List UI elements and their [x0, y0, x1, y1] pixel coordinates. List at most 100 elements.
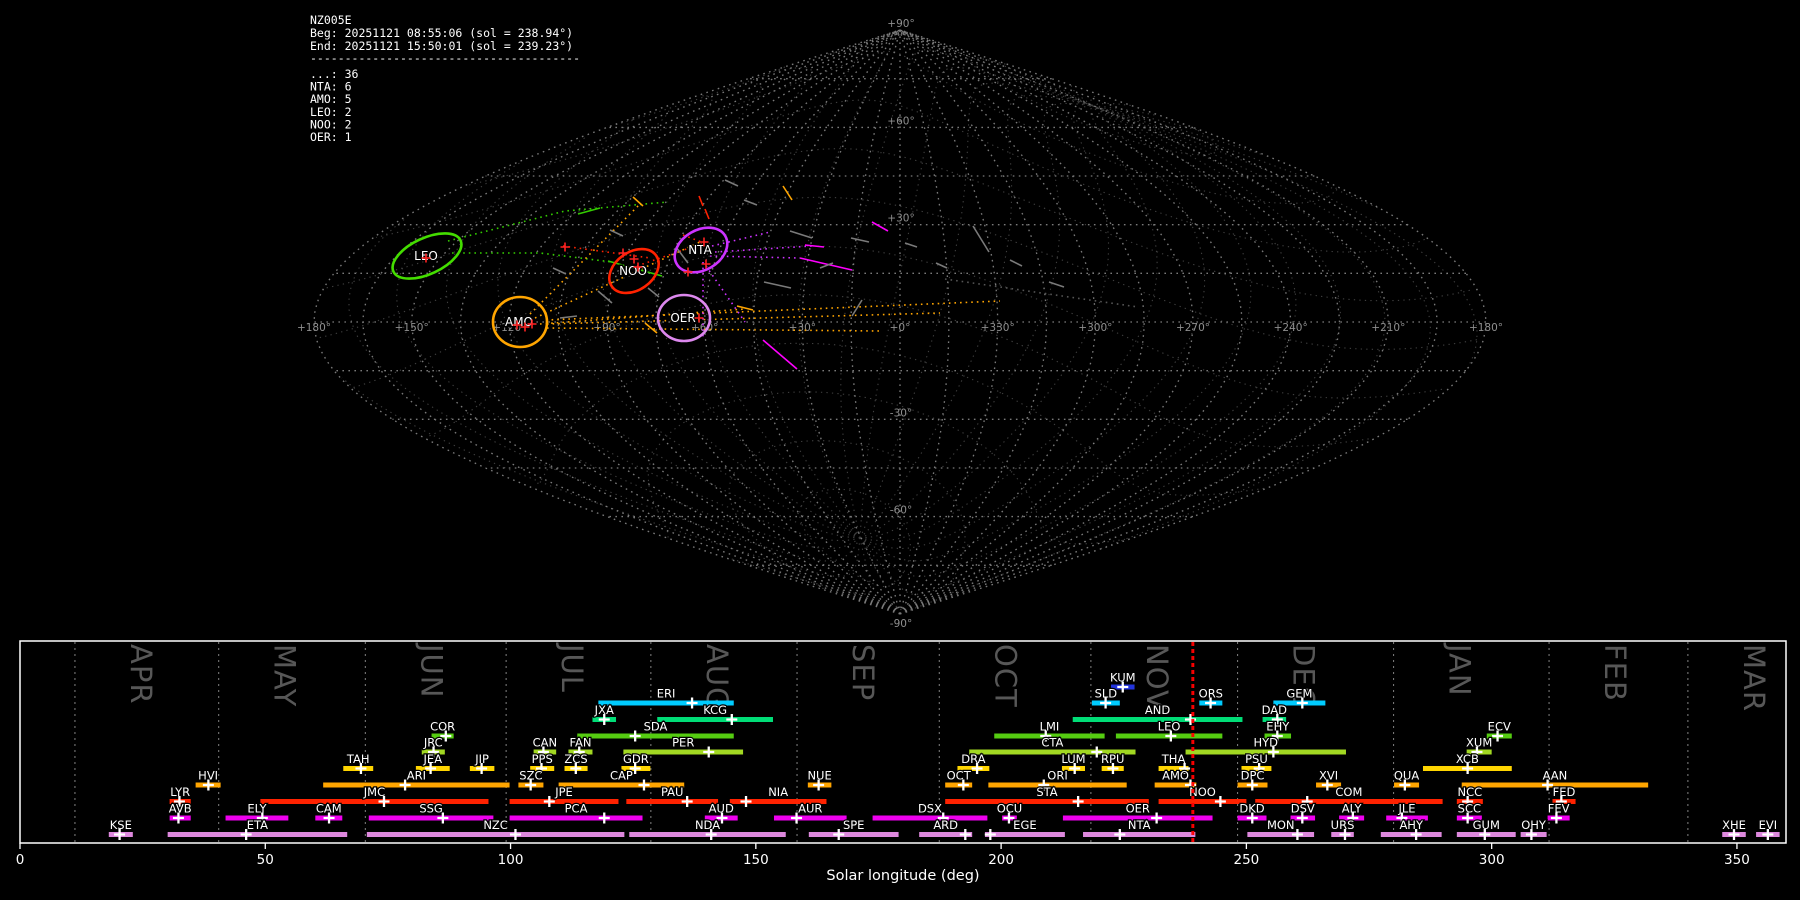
shower-label-XVI: XVI: [1319, 769, 1338, 783]
shower-label-ORI: ORI: [1047, 769, 1067, 783]
shower-label-ERI: ERI: [657, 687, 676, 701]
shower-label-URS: URS: [1331, 818, 1355, 832]
shower-bar-ARI: [323, 782, 510, 788]
shower-label-JEA: JEA: [423, 752, 443, 766]
month-label: SEP: [846, 644, 880, 701]
x-axis-title: Solar longitude (deg): [826, 868, 979, 884]
shower-label-ARD: ARD: [933, 818, 958, 832]
shower-label-AVB: AVB: [169, 802, 192, 816]
axis-tick-label: 200: [988, 852, 1014, 868]
shower-label-AUR: AUR: [798, 802, 822, 816]
shower-label-DRA: DRA: [961, 752, 985, 766]
shower-label-ARI: ARI: [407, 769, 426, 783]
shower-bar-NZC: [366, 832, 625, 837]
shower-label-OER: OER: [1126, 802, 1150, 816]
radiant-label: NOO: [619, 264, 647, 278]
shower-label-COM: COM: [1335, 785, 1362, 799]
shower-bar-MON: [1247, 832, 1315, 837]
lat-axis-label: +60°: [887, 115, 914, 127]
shower-label-LMI: LMI: [1040, 720, 1060, 734]
meteor-observation-plot: +180° +150° +120° +90° +60° +30° +0° +330° +300°…: [0, 0, 1800, 900]
shower-label-NCC: NCC: [1458, 785, 1483, 799]
axis-tick-label: 250: [1233, 852, 1259, 868]
lat-axis-label: -60°: [890, 505, 912, 517]
shower-bar-AUR: [773, 815, 847, 821]
shower-bar-NTA: [1083, 832, 1196, 837]
radiant-label: OER: [670, 311, 695, 325]
shower-label-SDA: SDA: [644, 720, 668, 734]
lat-axis-label: -90°: [890, 618, 912, 630]
radiant-label: NTA: [688, 243, 712, 257]
shower-label-AMO: AMO: [1162, 769, 1189, 783]
month-label: NOV: [1140, 644, 1174, 711]
shower-bar-SSG: [368, 815, 494, 821]
shower-bar-ETA: [167, 832, 348, 837]
shower-label-ETA: ETA: [247, 818, 268, 832]
station-id: NZ005E: [310, 13, 352, 27]
axis-tick-label: 300: [1479, 852, 1505, 868]
shower-label-SSG: SSG: [419, 802, 443, 816]
axis-tick-label: 150: [743, 852, 769, 868]
shower-bar-KCG: [657, 717, 774, 722]
shower-label-MON: MON: [1267, 818, 1295, 832]
shower-label-NIA: NIA: [768, 785, 788, 799]
shower-label-NZC: NZC: [483, 818, 508, 832]
shower-label-QUA: QUA: [1394, 769, 1419, 783]
lon-axis-label: +0°: [890, 322, 911, 334]
shower-label-KCG: KCG: [703, 703, 727, 717]
lat-axis-label: -30°: [890, 407, 912, 419]
month-label: FEB: [1598, 644, 1632, 702]
shower-label-JMC: JMC: [363, 785, 385, 799]
shower-label-ELY: ELY: [247, 802, 267, 816]
shower-label-STA: STA: [1036, 785, 1057, 799]
month-label: JUN: [414, 642, 448, 698]
shower-bar-SPE: [808, 832, 899, 837]
shower-label-DSX: DSX: [918, 802, 942, 816]
shower-label-CAN: CAN: [533, 736, 558, 750]
shower-label-THA: THA: [1161, 752, 1186, 766]
shower-label-SCC: SCC: [1458, 802, 1481, 816]
axis-tick-label: 350: [1724, 852, 1750, 868]
plot-background: [0, 0, 1800, 900]
shower-label-DAD: DAD: [1262, 703, 1288, 717]
shower-count-line: OER: 1: [310, 130, 352, 144]
shower-label-GUM: GUM: [1473, 818, 1500, 832]
shower-label-FEV: FEV: [1548, 802, 1570, 816]
shower-label-CTA: CTA: [1041, 736, 1063, 750]
shower-label-COR: COR: [430, 720, 455, 734]
lon-axis-label: +300°: [1078, 322, 1112, 334]
lon-axis-label: +180°: [1469, 322, 1503, 334]
shower-label-KSE: KSE: [110, 818, 132, 832]
meteor-observation-screen: +180° +150° +120° +90° +60° +30° +0° +330° +300°…: [0, 0, 1800, 900]
shower-label-AHY: AHY: [1399, 818, 1424, 832]
lon-axis-label: +330°: [981, 322, 1015, 334]
shower-bar-NOO: [1158, 799, 1247, 804]
shower-label-PCA: PCA: [565, 802, 588, 816]
shower-label-OHY: OHY: [1521, 818, 1547, 832]
shower-label-LEO: LEO: [1158, 720, 1181, 734]
lon-axis-label: +30°: [789, 322, 816, 334]
shower-bar-DSX: [872, 815, 988, 821]
month-label: MAY: [268, 644, 302, 707]
shower-bar-PAU: [626, 799, 719, 804]
shower-label-PAU: PAU: [661, 785, 683, 799]
shower-label-FED: FED: [1553, 785, 1576, 799]
header-separator: ---------------------------------------: [310, 51, 580, 65]
shower-label-PSU: PSU: [1245, 752, 1268, 766]
month-label: JUL: [555, 642, 589, 693]
shower-bar-STA: [945, 799, 1149, 804]
shower-label-SPE: SPE: [843, 818, 865, 832]
begin-time-line: Beg: 20251121 08:55:06 (sol = 238.94°): [310, 26, 573, 40]
shower-label-AAN: AAN: [1543, 769, 1568, 783]
shower-label-FAN: FAN: [569, 736, 591, 750]
shower-label-OCT: OCT: [947, 769, 972, 783]
shower-label-LUM: LUM: [1061, 752, 1085, 766]
month-label: JAN: [1443, 642, 1477, 697]
lat-axis-label: +30°: [887, 213, 914, 225]
shower-label-EGE: EGE: [1013, 818, 1036, 832]
current-sol-marker: [1191, 642, 1195, 842]
shower-label-AND: AND: [1145, 703, 1170, 717]
month-label: APR: [124, 644, 158, 704]
shower-label-ECV: ECV: [1488, 720, 1511, 734]
month-label: MAR: [1737, 644, 1771, 712]
